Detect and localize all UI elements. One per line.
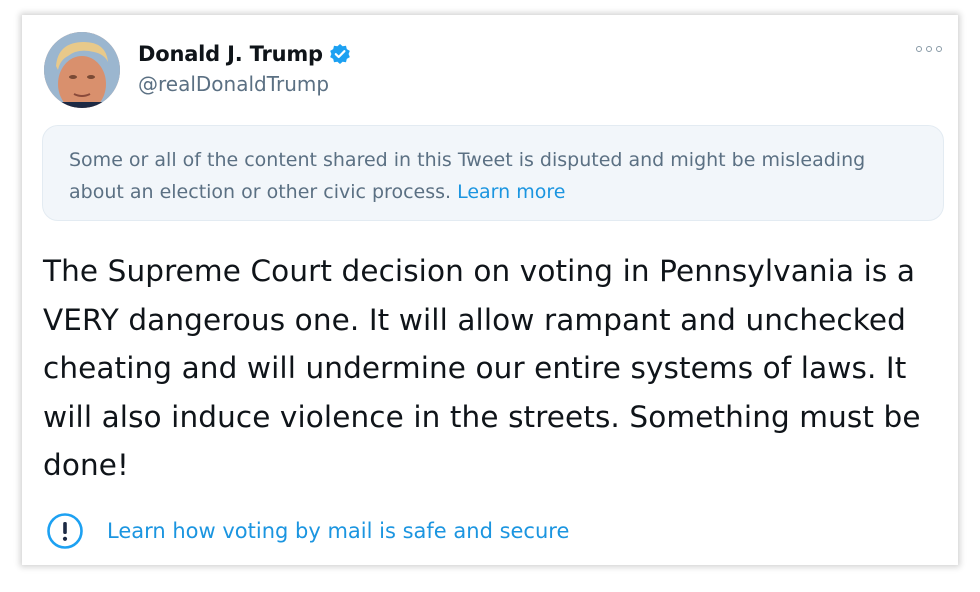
voting-by-mail-link[interactable]: Learn how voting by mail is safe and sec… [107,519,569,543]
verified-badge-icon [329,43,351,65]
more-options-icon[interactable] [916,43,942,55]
learn-more-link[interactable]: Learn more [457,181,565,203]
tweet-text: The Supreme Court decision on voting in … [43,254,921,482]
disputed-content-notice: Some or all of the content shared in thi… [42,125,944,221]
voting-info-link-row[interactable]: Learn how voting by mail is safe and sec… [46,511,569,551]
avatar[interactable] [44,32,120,108]
dot-icon [916,46,922,52]
tweet-card: Donald J. Trump @realDonaldTrump Some or… [22,15,958,565]
display-name[interactable]: Donald J. Trump [138,42,323,66]
dot-icon [926,46,932,52]
screenshot-frame: Donald J. Trump @realDonaldTrump Some or… [0,0,980,592]
profile-photo-icon [44,32,120,108]
exclamation-circle-icon [46,512,84,550]
author-name-row: Donald J. Trump [138,39,351,69]
dot-icon [936,46,942,52]
author-handle[interactable]: @realDonaldTrump [138,72,329,96]
